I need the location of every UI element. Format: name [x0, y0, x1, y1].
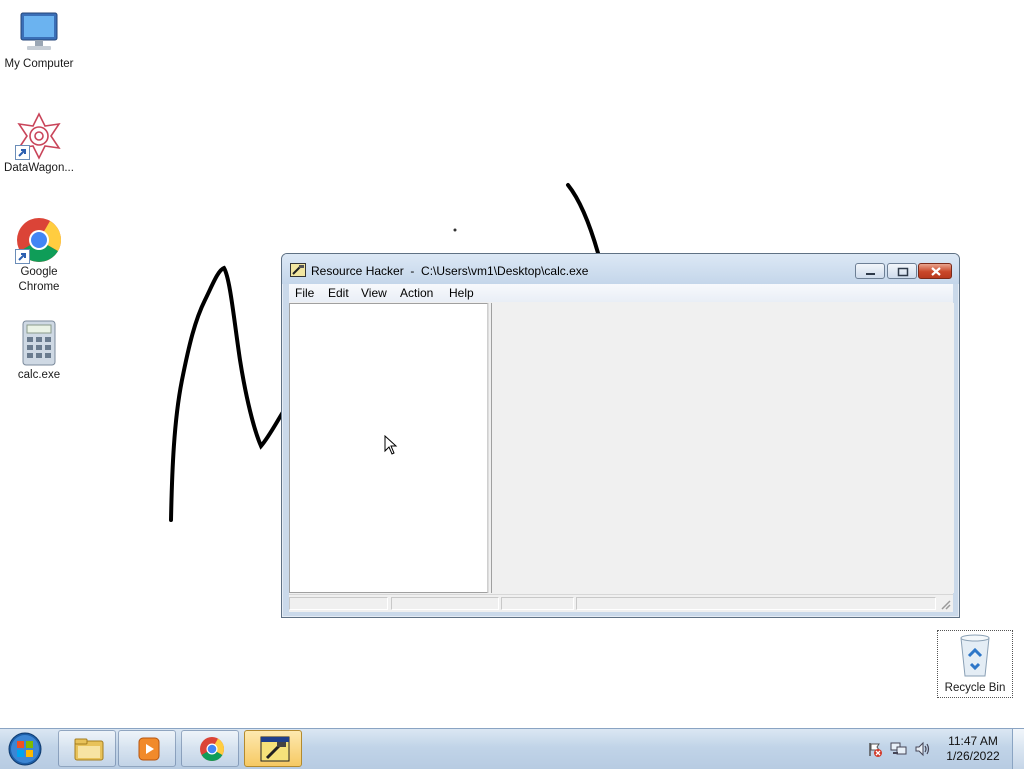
resize-grip-icon[interactable]: [939, 598, 951, 610]
taskbar-resource-hacker[interactable]: [244, 730, 302, 767]
desktop-icon-label: calc.exe: [17, 369, 61, 381]
taskbar-chrome[interactable]: [181, 730, 239, 767]
desktop-icon-google-chrome[interactable]: Google Chrome: [0, 216, 78, 296]
menu-help[interactable]: Help: [449, 286, 474, 300]
desktop-icon-label: DataWagon...: [4, 162, 74, 174]
desktop-icon-label: Recycle Bin: [944, 682, 1006, 694]
resource-hacker-icon: [260, 736, 290, 762]
status-panel: [391, 597, 499, 610]
resource-hacker-icon: [290, 263, 306, 277]
chrome-icon: [15, 216, 63, 264]
computer-icon: [15, 8, 63, 56]
calculator-icon: [15, 319, 63, 367]
resource-hacker-window[interactable]: Resource Hacker - C:\Users\vm1\Desktop\c…: [281, 253, 960, 618]
menu-view[interactable]: View: [361, 286, 387, 300]
chrome-icon: [200, 737, 224, 762]
volume-icon[interactable]: [914, 741, 932, 757]
menu-file[interactable]: File: [295, 286, 314, 300]
window-title: Resource Hacker - C:\Users\vm1\Desktop\c…: [311, 264, 589, 278]
maximize-button[interactable]: [887, 263, 917, 279]
taskbar: 11:47 AM 1/26/2022: [0, 728, 1024, 769]
clock-time: 11:47 AM: [948, 734, 998, 748]
show-desktop-button[interactable]: [1012, 729, 1024, 769]
recycle-bin-icon: [951, 632, 999, 680]
start-button[interactable]: [5, 731, 45, 767]
minimize-button[interactable]: [855, 263, 885, 279]
desktop-icon-calc[interactable]: calc.exe: [0, 319, 78, 384]
window-titlebar[interactable]: Resource Hacker - C:\Users\vm1\Desktop\c…: [282, 254, 959, 284]
datawagon-icon: [15, 112, 63, 160]
media-player-icon: [138, 737, 160, 761]
menu-edit[interactable]: Edit: [328, 286, 349, 300]
start-orb-icon: [8, 732, 42, 766]
taskbar-explorer[interactable]: [58, 730, 116, 767]
desktop-icon-label: My Computer: [4, 58, 74, 70]
desktop-icon-label: Google Chrome: [18, 266, 60, 293]
clock-date: 1/26/2022: [946, 749, 1000, 763]
desktop-icon-datawagon[interactable]: DataWagon...: [0, 112, 78, 177]
window-client-area: [289, 302, 954, 612]
close-button[interactable]: [918, 263, 952, 279]
network-icon[interactable]: [890, 741, 908, 757]
status-bar: [289, 594, 953, 612]
menu-bar: File Edit View Action Help: [289, 284, 953, 302]
status-panel: [501, 597, 574, 610]
resource-content-pane[interactable]: [491, 303, 954, 593]
status-panel: [289, 597, 388, 610]
desktop-icon-my-computer[interactable]: My Computer: [0, 8, 78, 73]
taskbar-media-player[interactable]: [118, 730, 176, 767]
explorer-icon: [74, 738, 104, 761]
menu-action[interactable]: Action: [400, 286, 433, 300]
action-center-flag-icon[interactable]: [867, 741, 883, 757]
status-panel: [576, 597, 936, 610]
desktop-icon-recycle-bin[interactable]: Recycle Bin: [936, 632, 1014, 697]
shortcut-arrow-icon: [15, 249, 30, 264]
taskbar-clock[interactable]: 11:47 AM 1/26/2022: [940, 734, 1006, 764]
mouse-cursor-icon: [384, 435, 398, 455]
shortcut-arrow-icon: [15, 145, 30, 160]
